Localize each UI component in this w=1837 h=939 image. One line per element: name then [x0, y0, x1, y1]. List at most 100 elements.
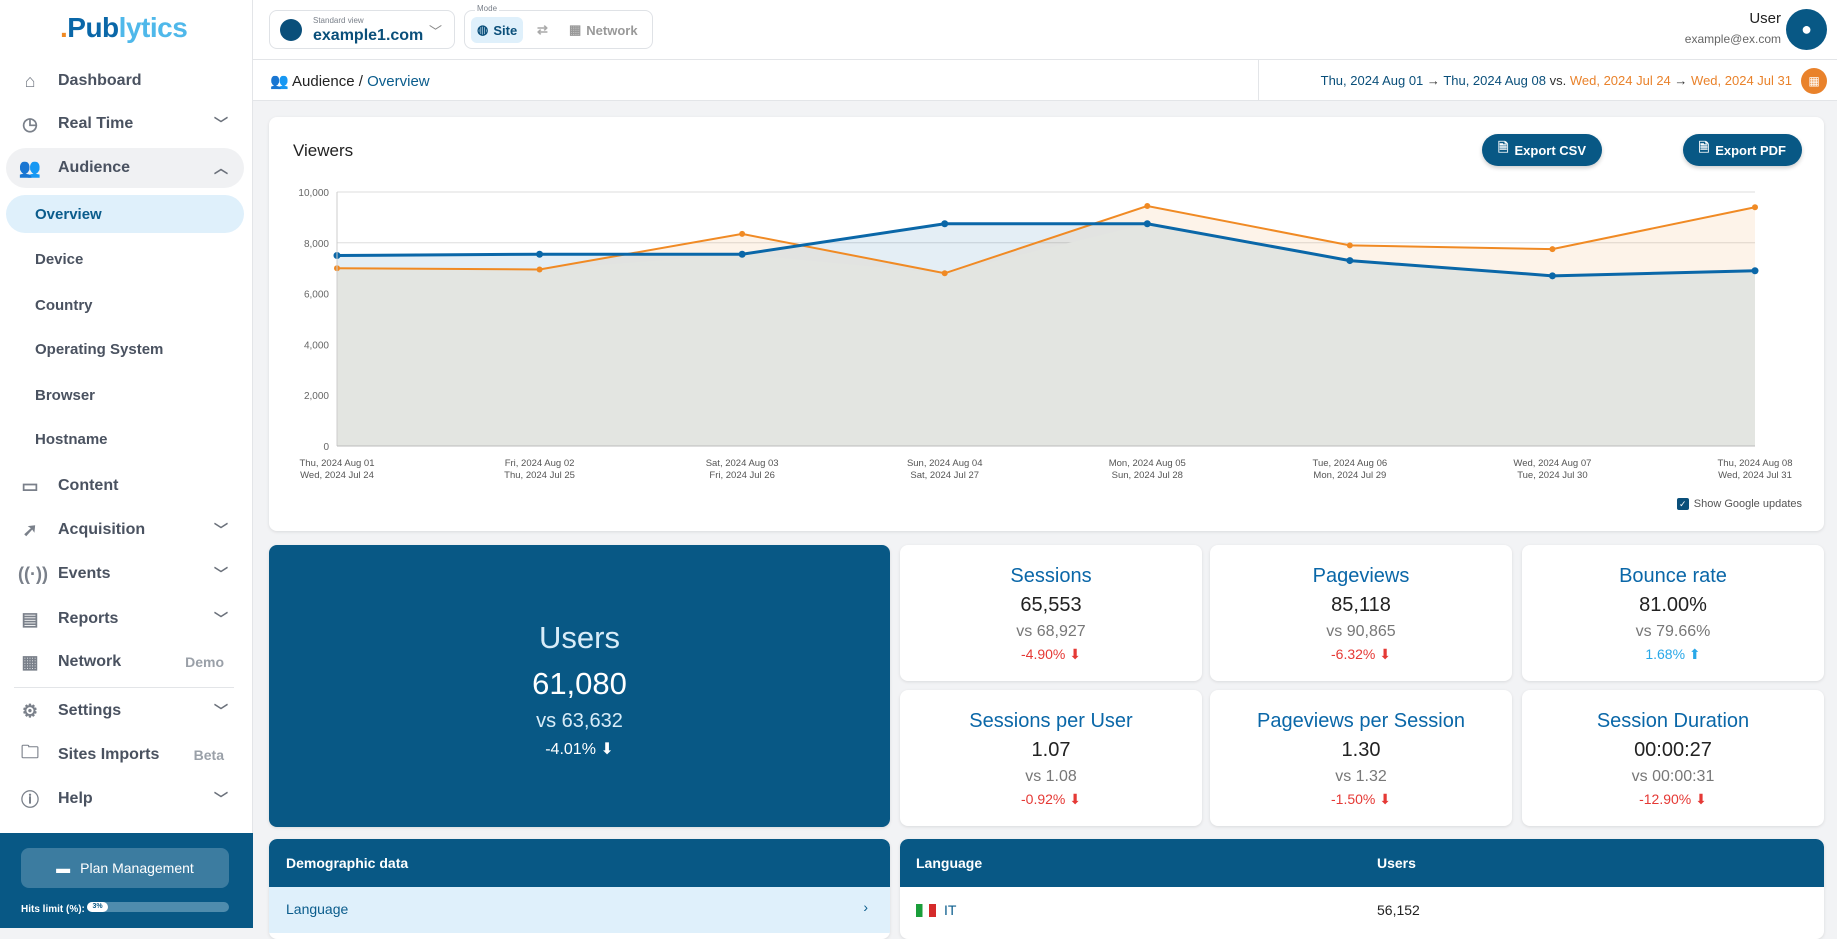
- stat-label: Sessions per User: [969, 710, 1133, 732]
- stat-value: 00:00:27: [1634, 739, 1712, 761]
- avatar[interactable]: ●: [1786, 9, 1827, 50]
- wallet-icon: ▬: [56, 860, 71, 876]
- data-point: [739, 230, 746, 237]
- date-range[interactable]: Thu, 2024 Aug 01 → Thu, 2024 Aug 08 vs. …: [1321, 73, 1792, 88]
- arrow-down-icon: ⬇: [1069, 646, 1081, 662]
- sidebar-item-sites-imports[interactable]: 🗀 Sites Imports Beta: [6, 735, 244, 775]
- sidebar-item-browser[interactable]: Browser: [6, 376, 244, 414]
- stat-compare: vs 79.66%: [1635, 623, 1711, 640]
- arrow-down-icon: ⬇: [600, 741, 614, 758]
- data-point: [1548, 272, 1556, 280]
- data-point: [1143, 220, 1151, 228]
- users-icon: 👥: [18, 157, 42, 178]
- data-point: [1144, 202, 1151, 209]
- stat-card-sessions-per-user: Sessions per User 1.07 vs 1.08 -0.92% ⬇: [900, 690, 1202, 826]
- x-tick-label: Thu, 2024 Aug 08: [1717, 458, 1792, 469]
- chevron-down-icon: ﹀: [214, 522, 228, 538]
- users-card: Users 61,080 vs 63,632 -4.01% ⬇: [269, 545, 890, 827]
- site-selector[interactable]: Standard view example1.com ﹀: [269, 10, 455, 49]
- users-value: 61,080: [532, 666, 627, 701]
- publytics-logo[interactable]: .Publytics: [60, 12, 188, 44]
- pointer-icon: ➚: [22, 519, 38, 540]
- data-point: [1751, 267, 1759, 275]
- demographic-row-language[interactable]: Language ›: [269, 887, 890, 933]
- x-tick-label-compare: Mon, 2024 Jul 29: [1313, 470, 1386, 481]
- stat-compare: vs 68,927: [1016, 623, 1086, 640]
- sidebar-item-reports[interactable]: ▤ Reports ﹀: [6, 599, 244, 639]
- chevron-right-icon: ›: [863, 899, 868, 915]
- x-tick-label: Sat, 2024 Aug 03: [706, 458, 779, 469]
- stat-compare: vs 00:00:31: [1631, 768, 1715, 785]
- data-point: [1346, 257, 1354, 265]
- stat-card-bounce-rate: Bounce rate 81.00% vs 79.66% 1.68% ⬆: [1522, 545, 1824, 681]
- sidebar-item-hostname[interactable]: Hostname: [6, 420, 244, 458]
- sidebar-item-device[interactable]: Device: [6, 240, 244, 278]
- breadcrumb-overview: Overview: [367, 73, 430, 90]
- user-info[interactable]: User example@ex.com: [1685, 10, 1781, 46]
- sidebar-item-overview[interactable]: Overview: [6, 195, 244, 233]
- beta-badge: Beta: [193, 747, 224, 763]
- sidebar-item-help[interactable]: ⓘ Help ﹀: [6, 779, 244, 819]
- stat-value: 1.30: [1341, 739, 1381, 761]
- clock-icon: ◷: [22, 113, 38, 134]
- users-label: Users: [539, 620, 620, 655]
- chevron-down-icon: ﹀: [214, 703, 228, 719]
- chevron-down-icon: ﹀: [214, 611, 228, 627]
- users-icon: 👥: [270, 73, 293, 90]
- stat-label: Pageviews: [1312, 565, 1410, 587]
- y-tick-label: 6,000: [304, 290, 329, 301]
- swap-icon[interactable]: ⇄: [531, 17, 554, 43]
- table-row: IT 56,152: [900, 887, 1824, 933]
- sidebar-item-settings[interactable]: ⚙ Settings ﹀: [6, 691, 244, 731]
- stat-label: Session Duration: [1596, 710, 1750, 732]
- x-tick-label-compare: Thu, 2024 Jul 25: [504, 470, 575, 481]
- viewers-chart-card: Viewers 🗎 Export CSV 🗎 Export PDF 0 2,000 4,…: [269, 117, 1824, 531]
- y-tick-label: 0: [323, 442, 329, 453]
- x-tick-label-compare: Sat, 2024 Jul 27: [910, 470, 979, 481]
- mode-network-button[interactable]: ▦ Network: [563, 17, 644, 43]
- sidebar-item-dashboard[interactable]: ⌂ Dashboard: [6, 61, 244, 101]
- italy-flag-icon: [916, 904, 936, 917]
- sidebar-item-operating-system[interactable]: Operating System: [6, 330, 244, 368]
- data-point: [738, 250, 746, 258]
- x-tick-label-compare: Wed, 2024 Jul 24: [300, 470, 374, 481]
- grid-icon: ▦: [21, 651, 39, 672]
- stat-compare: vs 90,865: [1326, 623, 1396, 640]
- chevron-down-icon: ﹀: [428, 24, 442, 39]
- breadcrumb-audience[interactable]: Audience: [292, 73, 355, 90]
- mode-site-button[interactable]: ◍ Site: [471, 17, 524, 43]
- plan-management-button[interactable]: ▬ Plan Management: [21, 848, 229, 888]
- x-tick-label-compare: Fri, 2024 Jul 26: [709, 470, 774, 481]
- viewers-chart: 0 2,000 4,000 6,000 8,000 10,000 Thu, 2024 Aug…: [298, 188, 1792, 481]
- users-delta: -4.01%: [545, 741, 596, 758]
- stat-value: 81.00%: [1639, 594, 1707, 616]
- x-tick-label-compare: Tue, 2024 Jul 30: [1517, 470, 1587, 481]
- data-point: [1549, 246, 1556, 253]
- x-tick-label-compare: Wed, 2024 Jul 31: [1718, 470, 1792, 481]
- sidebar-item-events[interactable]: ((·)) Events ﹀: [6, 554, 244, 594]
- divider: [1258, 60, 1259, 101]
- x-tick-label: Tue, 2024 Aug 06: [1313, 458, 1388, 469]
- chevron-up-icon: ︿: [214, 160, 228, 176]
- sidebar-item-country[interactable]: Country: [6, 286, 244, 324]
- sidebar-item-content[interactable]: ▭ Content: [6, 466, 244, 506]
- globe-icon: ◍: [477, 22, 489, 37]
- data-point: [1752, 204, 1758, 211]
- show-google-updates-checkbox[interactable]: ✓ Show Google updates: [1676, 498, 1802, 510]
- mode-switch: Mode ◍ Site ⇄ ▦ Network: [464, 4, 653, 49]
- broadcast-icon: ((·)): [18, 563, 48, 584]
- sidebar-item-real-time[interactable]: ◷ Real Time ﹀: [6, 104, 244, 144]
- top-bar: Standard view example1.com ﹀ Mode ◍ Site …: [253, 0, 1837, 60]
- column-header-language: Language: [916, 855, 983, 871]
- sidebar-item-network[interactable]: ▦ Network Demo: [6, 642, 244, 682]
- calendar-icon[interactable]: ▦: [1801, 68, 1827, 94]
- stat-delta: -6.32%: [1331, 646, 1376, 662]
- demographic-card: Demographic data Language ›: [269, 839, 890, 939]
- sidebar-item-audience[interactable]: 👥 Audience ︿: [6, 148, 244, 188]
- arrow-up-icon: ⬆: [1688, 646, 1701, 662]
- stat-label: Bounce rate: [1619, 565, 1727, 587]
- stat-compare: vs 1.08: [1025, 768, 1077, 785]
- sidebar-item-acquisition[interactable]: ➚ Acquisition ﹀: [6, 510, 244, 550]
- arrow-down-icon: ⬇: [1379, 646, 1391, 662]
- arrow-down-icon: ⬇: [1379, 791, 1391, 807]
